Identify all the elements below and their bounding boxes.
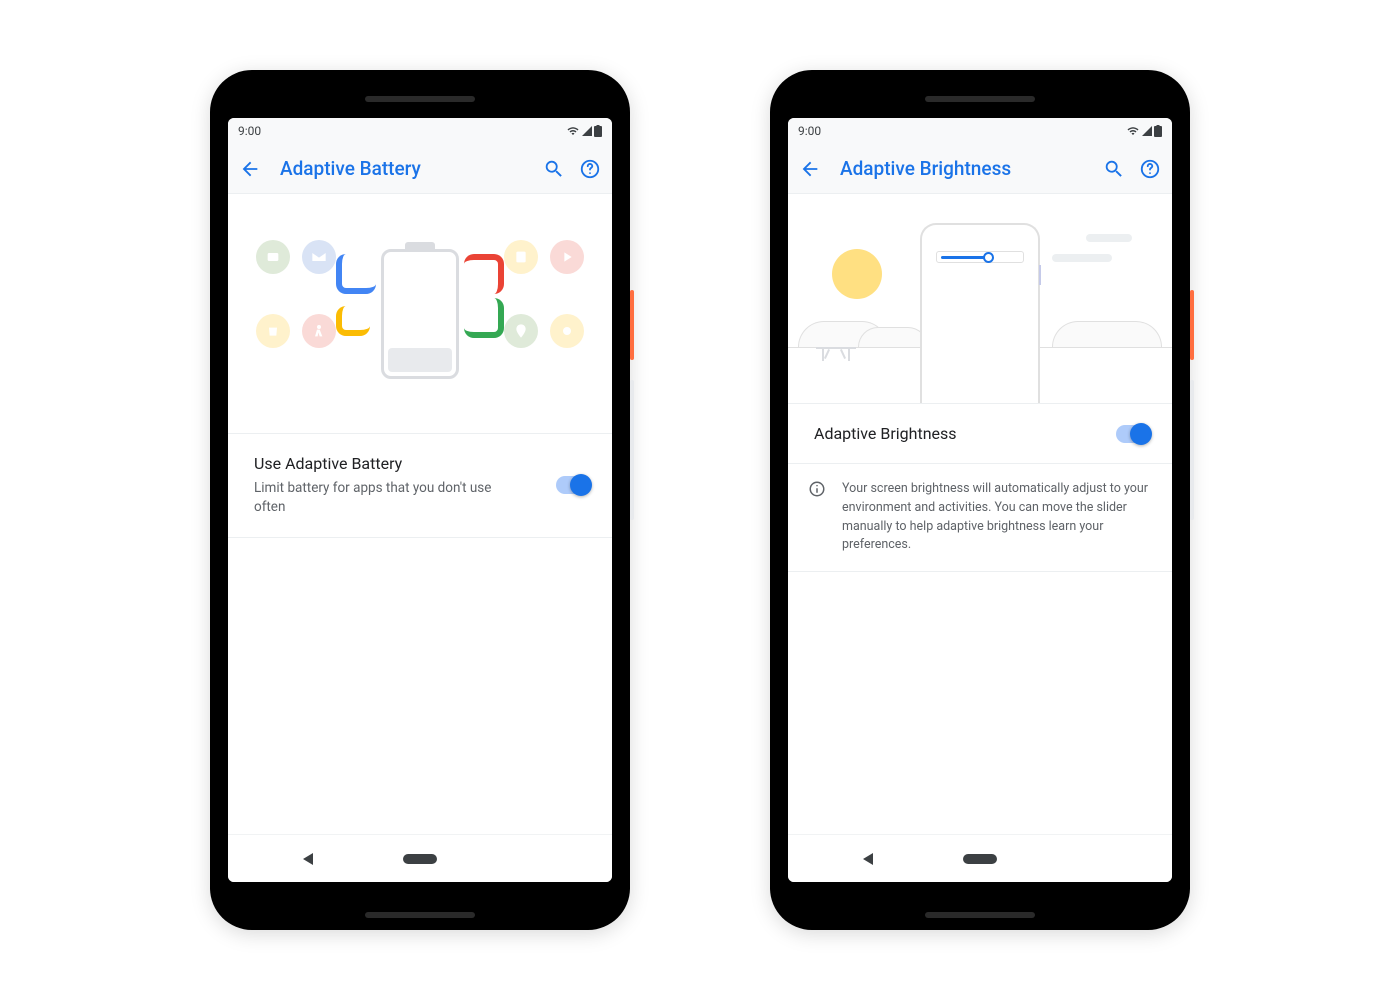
- wifi-icon: [1126, 125, 1140, 137]
- nav-back-icon[interactable]: [303, 853, 313, 865]
- phone-speaker-bottom: [925, 912, 1035, 918]
- setting-title: Adaptive Brightness: [814, 424, 1104, 443]
- help-button[interactable]: [1138, 157, 1162, 181]
- search-button[interactable]: [542, 157, 566, 181]
- phone-power-button: [630, 290, 634, 360]
- phone-frame: 9:00 Adaptive Brightness: [770, 70, 1190, 930]
- phone-speaker-top: [365, 96, 475, 102]
- help-icon: [579, 158, 601, 180]
- setting-subtitle: Limit battery for apps that you don't us…: [254, 479, 494, 517]
- sun-graphic: [832, 249, 882, 299]
- search-icon: [1103, 158, 1125, 180]
- status-time: 9:00: [238, 124, 261, 138]
- phone-speaker-bottom: [365, 912, 475, 918]
- app-bar: Adaptive Brightness: [788, 144, 1172, 194]
- empty-area: [228, 538, 612, 834]
- info-description: Your screen brightness will automaticall…: [842, 480, 1150, 555]
- phone-speaker-top: [925, 96, 1035, 102]
- setting-row-adaptive-battery[interactable]: Use Adaptive Battery Limit battery for a…: [228, 434, 612, 538]
- cellular-icon: [1142, 126, 1152, 136]
- app-bar: Adaptive Battery: [228, 144, 612, 194]
- bench-graphic: [816, 347, 856, 361]
- help-button[interactable]: [578, 157, 602, 181]
- arrow-left-icon: [239, 158, 261, 180]
- info-row: Your screen brightness will automaticall…: [788, 464, 1172, 572]
- phone-volume-button: [1190, 380, 1194, 520]
- empty-area: [788, 572, 1172, 834]
- illustration-brightness: [788, 194, 1172, 404]
- back-button[interactable]: [798, 157, 822, 181]
- help-icon: [1139, 158, 1161, 180]
- mini-phone-graphic: [920, 223, 1040, 403]
- info-icon: [808, 480, 826, 555]
- screen: 9:00 Adaptive Brightness: [788, 118, 1172, 882]
- battery-icon: [1154, 125, 1162, 137]
- phone-volume-button: [630, 380, 634, 520]
- search-icon: [543, 158, 565, 180]
- phone-frame: 9:00 Adaptive Battery: [210, 70, 630, 930]
- illustration-battery: [228, 194, 612, 434]
- cellular-icon: [582, 126, 592, 136]
- toggle-switch[interactable]: [556, 476, 590, 494]
- page-title: Adaptive Brightness: [840, 157, 1102, 180]
- status-bar: 9:00: [228, 118, 612, 144]
- status-time: 9:00: [798, 124, 821, 138]
- setting-title: Use Adaptive Battery: [254, 454, 544, 473]
- search-button[interactable]: [1102, 157, 1126, 181]
- status-bar: 9:00: [788, 118, 1172, 144]
- wifi-icon: [566, 125, 580, 137]
- nav-back-icon[interactable]: [863, 853, 873, 865]
- phone-power-button: [1190, 290, 1194, 360]
- back-button[interactable]: [238, 157, 262, 181]
- nav-home-pill[interactable]: [963, 854, 997, 864]
- arrow-left-icon: [799, 158, 821, 180]
- screen: 9:00 Adaptive Battery: [228, 118, 612, 882]
- nav-home-pill[interactable]: [403, 854, 437, 864]
- status-icons: [1126, 125, 1162, 137]
- page-title: Adaptive Battery: [280, 157, 542, 180]
- toggle-switch[interactable]: [1116, 425, 1150, 443]
- navigation-bar: [788, 834, 1172, 882]
- battery-graphic: [381, 249, 459, 379]
- navigation-bar: [228, 834, 612, 882]
- status-icons: [566, 125, 602, 137]
- setting-row-adaptive-brightness[interactable]: Adaptive Brightness: [788, 404, 1172, 464]
- battery-icon: [594, 125, 602, 137]
